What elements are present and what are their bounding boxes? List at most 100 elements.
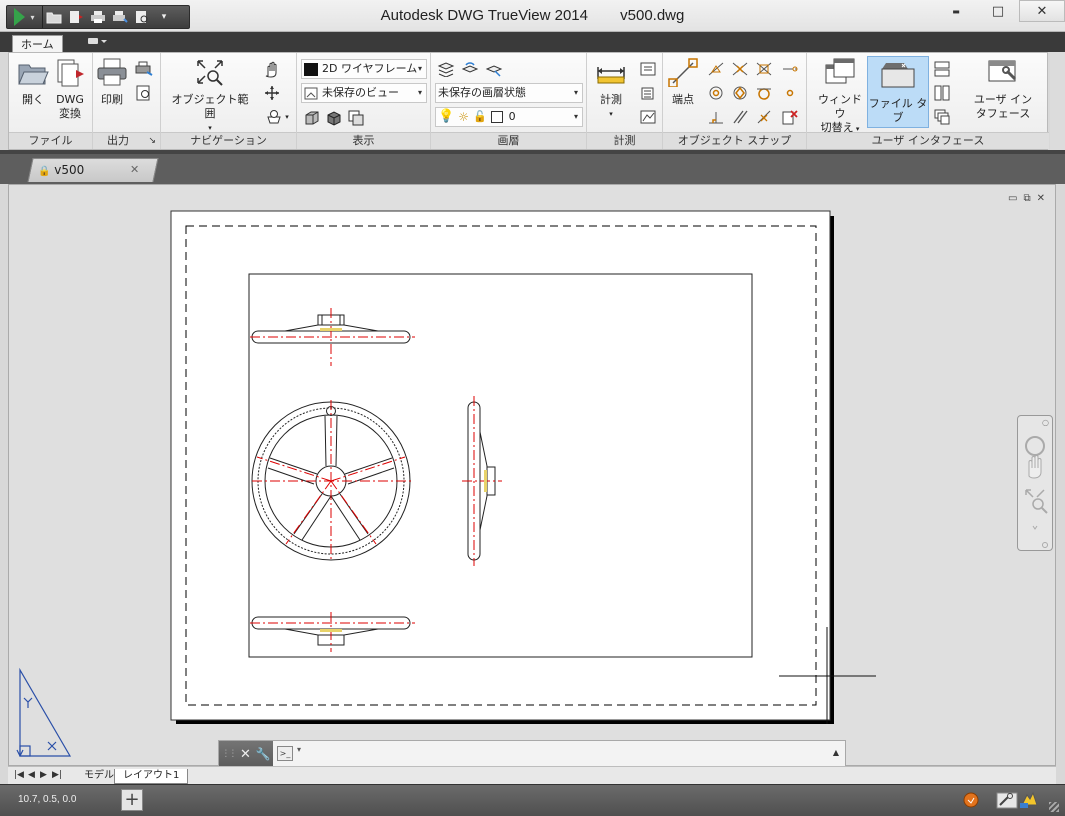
tab-home[interactable]: ホーム	[12, 35, 63, 52]
clear-snaps-icon	[782, 110, 798, 125]
list-button[interactable]	[637, 83, 659, 103]
drawing-canvas[interactable]: ▭ ⧉ ✕	[8, 184, 1056, 766]
parallel-snap-button[interactable]	[729, 107, 751, 127]
command-line-close-icon[interactable]: ✕	[240, 747, 251, 762]
ucs-icon-toggle-button[interactable]	[345, 108, 367, 128]
maximize-button[interactable]: □	[977, 0, 1019, 22]
switch-windows-button[interactable]: ウィンドウ 切替え ▾	[813, 57, 867, 136]
center-snap-button[interactable]	[705, 83, 727, 103]
plus-icon[interactable]: +	[121, 789, 143, 811]
last-layout-icon[interactable]: ▶|	[52, 770, 62, 780]
cascade-icon	[934, 109, 950, 125]
cube-solid-icon	[327, 111, 341, 126]
view-cube-toggle-button[interactable]	[301, 108, 323, 128]
clean-screen-icon[interactable]	[1018, 791, 1040, 809]
output-panel-label: 出力	[107, 134, 129, 147]
measure-label: 計測	[600, 93, 622, 106]
orbit-button[interactable]	[261, 83, 283, 103]
layer-dropdown[interactable]: 💡 ☼ 🔓 0 ▾	[435, 107, 583, 127]
print-button[interactable]: 印刷	[95, 57, 129, 107]
file-tabs-toggle-button[interactable]: ファイル タブ	[867, 56, 929, 128]
layer-walk-button[interactable]	[483, 59, 505, 79]
recent-commands-dropdown-icon[interactable]: ▾	[297, 745, 301, 754]
pan-button[interactable]	[261, 59, 283, 79]
ribbon-scrollbar[interactable]	[1050, 52, 1065, 150]
ribbon-tab-bar: ホーム	[0, 32, 1065, 52]
notification-icon[interactable]	[962, 791, 980, 809]
layer-properties-button[interactable]	[435, 59, 457, 79]
area-button[interactable]	[637, 107, 659, 127]
tab-minimize-ribbon[interactable]	[78, 35, 116, 52]
midpoint-snap-button[interactable]	[705, 59, 727, 79]
output-panel-launcher-icon[interactable]: ↘	[148, 133, 156, 149]
printer-icon	[97, 58, 127, 86]
extension-snap-button[interactable]	[779, 59, 801, 79]
tab-layout1[interactable]: レイアウト1	[114, 769, 189, 784]
zoom-extents-label: オブジェクト範囲	[171, 93, 249, 120]
wrench-icon[interactable]: 🔧	[256, 747, 271, 761]
command-prompt-icon[interactable]: >_	[277, 746, 293, 761]
steering-wheel-icon	[267, 110, 281, 124]
named-view-value: 未保存のビュー	[322, 86, 399, 99]
cascade-button[interactable]	[931, 107, 953, 127]
intersection-snap-button[interactable]	[729, 59, 751, 79]
next-layout-icon[interactable]: ▶	[40, 770, 47, 780]
lock-icon: 🔓	[472, 110, 487, 123]
navbar-toggle-button[interactable]	[323, 108, 345, 128]
pan-hand-icon	[1028, 455, 1042, 479]
quadrant-snap-button[interactable]	[729, 83, 751, 103]
command-history-icon[interactable]: ▲	[833, 748, 839, 757]
output-panel: 印刷 出力 ↘	[93, 53, 161, 149]
layer-previous-button[interactable]	[459, 59, 481, 79]
batch-plot-button[interactable]	[133, 59, 155, 79]
visual-style-icon	[304, 62, 318, 76]
tile-vertically-button[interactable]	[931, 83, 953, 103]
midpoint-snap-icon	[708, 62, 724, 76]
endpoint-snap-button[interactable]: 端点	[665, 57, 701, 107]
cube-icon	[305, 111, 319, 125]
viewport-icon	[348, 110, 364, 126]
plot-preview-button[interactable]	[133, 83, 155, 103]
tile-horizontally-button[interactable]	[931, 59, 953, 79]
clear-snaps-button[interactable]	[779, 107, 801, 127]
drawing-restore-icon[interactable]: ⧉	[1023, 193, 1030, 204]
node-snap-button[interactable]	[779, 83, 801, 103]
preview-icon	[136, 85, 150, 101]
navbar-close-icon[interactable]: ○	[1042, 418, 1049, 427]
measure-button[interactable]: 計測 ▾	[591, 57, 631, 121]
first-layout-icon[interactable]: |◀	[14, 770, 24, 780]
drawing-close-icon[interactable]: ✕	[1037, 193, 1045, 204]
perpendicular-snap-button[interactable]	[705, 107, 727, 127]
visual-style-dropdown[interactable]: 2D ワイヤフレーム ▾	[301, 59, 427, 79]
navigation-bar[interactable]: ○	[1017, 415, 1053, 551]
tangent-snap-icon	[757, 88, 771, 100]
measure-panel: 計測 ▾ 計測	[587, 53, 663, 149]
tangent-snap-button[interactable]	[753, 83, 775, 103]
id-point-icon	[640, 62, 656, 76]
previous-layout-icon[interactable]: ◀	[28, 770, 35, 780]
named-view-dropdown[interactable]: 未保存のビュー ▾	[301, 83, 427, 103]
id-point-button[interactable]	[637, 59, 659, 79]
command-line-grip[interactable]: ⋮⋮	[221, 749, 237, 759]
resize-grip[interactable]	[1049, 802, 1059, 812]
workspace-settings-icon[interactable]	[996, 791, 1018, 809]
close-button[interactable]: ✕	[1019, 0, 1065, 22]
open-button[interactable]: 開く	[15, 57, 51, 107]
minimize-button[interactable]: ▬	[935, 0, 977, 22]
steering-wheel-button[interactable]: ▾	[261, 107, 293, 127]
apparent-intersection-snap-button[interactable]	[753, 59, 775, 79]
zoom-extents-button[interactable]: オブジェクト範囲 ▾	[167, 57, 253, 135]
layer-state-dropdown[interactable]: 未保存の画層状態 ▾	[435, 83, 583, 103]
ribbon: 開く DWG 変換 ファイル 印刷 出力 ↘ オブジェクト範囲 ▾ ▾ ナビゲー…	[8, 52, 1049, 150]
apparent-intersection-icon	[756, 62, 772, 76]
file-tab-close-icon[interactable]: ✕	[130, 163, 139, 176]
file-tab-label: v500	[54, 163, 85, 177]
dwg-convert-label-1: DWG	[56, 93, 84, 106]
user-interface-button[interactable]: ユーザ イン タフェース	[969, 57, 1037, 121]
layer-color-swatch	[490, 111, 503, 123]
drawing-minimize-icon[interactable]: ▭	[1008, 193, 1017, 204]
user-interface-panel-title: ユーザ インタフェース	[807, 132, 1049, 149]
dwg-convert-button[interactable]: DWG 変換	[51, 57, 89, 121]
nearest-snap-button[interactable]	[753, 107, 775, 127]
command-input[interactable]	[311, 745, 821, 763]
